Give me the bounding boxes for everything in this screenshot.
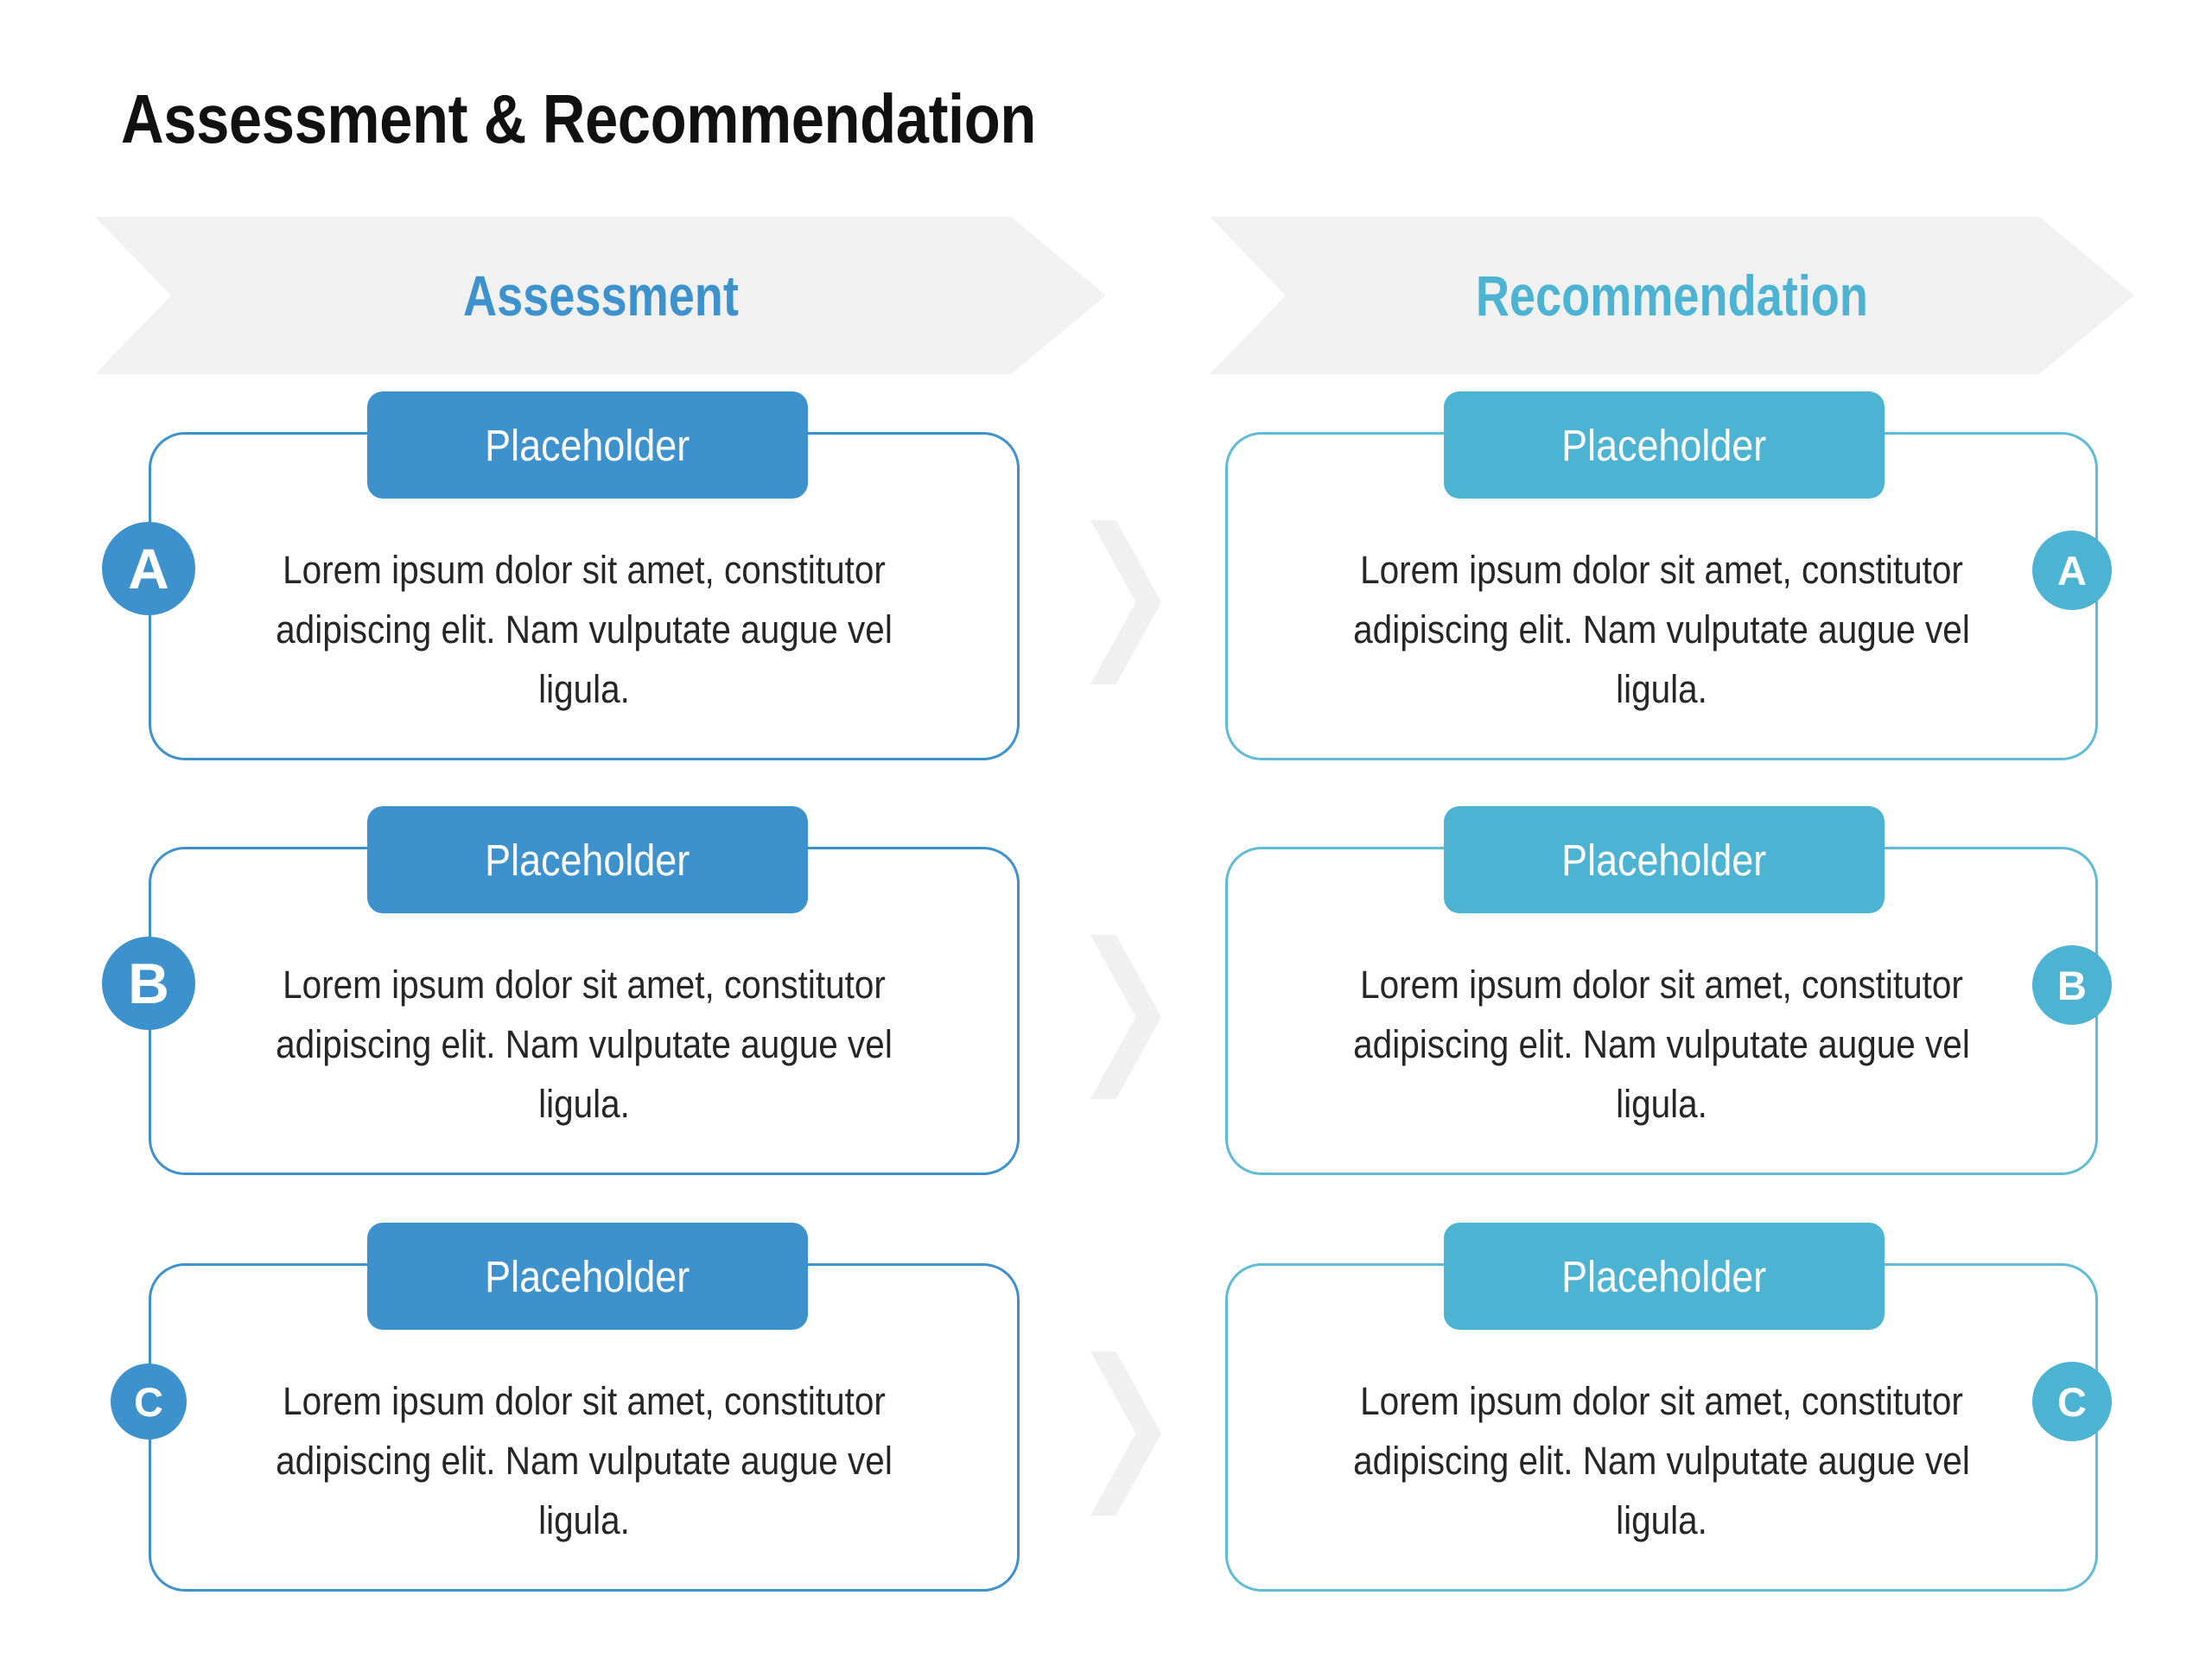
recommendation-card-a-tab-label: Placeholder xyxy=(1561,420,1767,470)
content-row-b: Placeholder Lorem ipsum dolor sit amet, … xyxy=(0,806,2212,1175)
page-title: Assessment & Recommendation xyxy=(121,80,1036,157)
assessment-card-a[interactable]: Placeholder Lorem ipsum dolor sit amet, … xyxy=(149,391,1020,760)
recommendation-card-b[interactable]: Placeholder Lorem ipsum dolor sit amet, … xyxy=(1225,806,2098,1175)
assessment-card-b-tab[interactable]: Placeholder xyxy=(367,806,808,913)
recommendation-card-a-body: Lorem ipsum dolor sit amet, constitutor … xyxy=(1353,548,1970,711)
assessment-card-a-tab-label: Placeholder xyxy=(485,420,690,470)
chevron-right-icon xyxy=(1090,520,1161,684)
column-header-assessment-label: Assessment xyxy=(462,264,739,327)
assessment-badge-b: B xyxy=(102,937,195,1030)
assessment-card-b-body: Lorem ipsum dolor sit amet, constitutor … xyxy=(276,963,893,1126)
assessment-badge-a: A xyxy=(102,522,195,615)
recommendation-card-b-tab-label: Placeholder xyxy=(1561,835,1767,885)
recommendation-card-b-tab[interactable]: Placeholder xyxy=(1444,806,1885,913)
recommendation-card-a[interactable]: Placeholder Lorem ipsum dolor sit amet, … xyxy=(1225,391,2098,760)
assessment-card-b[interactable]: Placeholder Lorem ipsum dolor sit amet, … xyxy=(149,806,1020,1175)
recommendation-card-a-tab[interactable]: Placeholder xyxy=(1444,391,1885,499)
recommendation-badge-b: B xyxy=(2032,945,2112,1025)
column-header-assessment: Assessment xyxy=(95,217,1106,374)
assessment-card-a-tab[interactable]: Placeholder xyxy=(367,391,808,499)
chevron-right-icon xyxy=(1090,1351,1161,1516)
recommendation-badge-a: A xyxy=(2032,531,2112,610)
assessment-card-c-tab-label: Placeholder xyxy=(485,1251,690,1301)
content-row-a: Placeholder Lorem ipsum dolor sit amet, … xyxy=(0,391,2212,760)
assessment-badge-c: C xyxy=(111,1363,187,1440)
chevron-right-icon xyxy=(1090,935,1161,1099)
recommendation-badge-c: C xyxy=(2032,1362,2112,1441)
assessment-card-c[interactable]: Placeholder Lorem ipsum dolor sit amet, … xyxy=(149,1223,1020,1592)
column-header-recommendation-label: Recommendation xyxy=(1475,264,1869,327)
recommendation-card-c-tab-label: Placeholder xyxy=(1561,1251,1767,1301)
recommendation-card-c-tab[interactable]: Placeholder xyxy=(1444,1223,1885,1330)
recommendation-card-c-body: Lorem ipsum dolor sit amet, constitutor … xyxy=(1353,1379,1970,1542)
recommendation-card-c[interactable]: Placeholder Lorem ipsum dolor sit amet, … xyxy=(1225,1223,2098,1592)
assessment-card-c-body: Lorem ipsum dolor sit amet, constitutor … xyxy=(276,1379,893,1542)
assessment-card-b-tab-label: Placeholder xyxy=(485,835,690,885)
slide-canvas: Assessment & Recommendation Assessment R… xyxy=(0,0,2212,1659)
assessment-card-c-tab[interactable]: Placeholder xyxy=(367,1223,808,1330)
assessment-card-a-body: Lorem ipsum dolor sit amet, constitutor … xyxy=(276,548,893,711)
recommendation-card-b-body: Lorem ipsum dolor sit amet, constitutor … xyxy=(1353,963,1970,1126)
column-header-recommendation: Recommendation xyxy=(1210,217,2134,374)
content-row-c: Placeholder Lorem ipsum dolor sit amet, … xyxy=(0,1223,2212,1592)
